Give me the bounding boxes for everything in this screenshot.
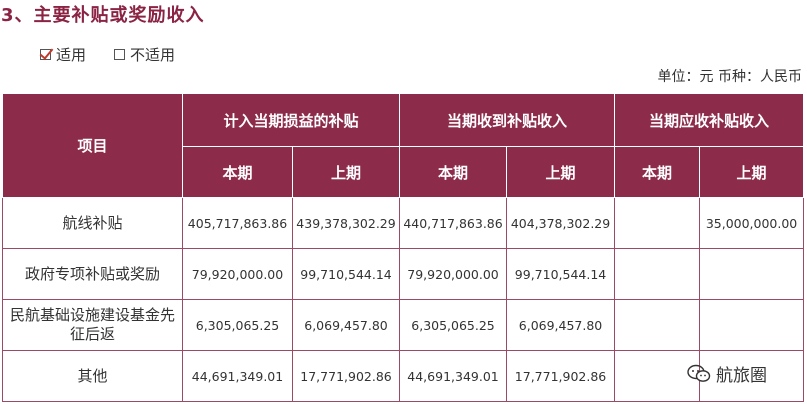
header-previous-period: 上期 bbox=[699, 146, 805, 198]
unit-currency-note: 单位：元 币种：人民币 bbox=[657, 69, 802, 85]
cell-value: 17,771,902.86 bbox=[506, 350, 616, 402]
cell-value: 404,378,302.29 bbox=[506, 197, 616, 249]
checkbox-checked-icon[interactable] bbox=[40, 49, 51, 60]
cell-value: 79,920,000.00 bbox=[399, 248, 508, 300]
cell-value bbox=[614, 299, 701, 351]
cell-value bbox=[699, 299, 805, 351]
table-row: 政府专项补贴或奖励 79,920,000.00 99,710,544.14 79… bbox=[2, 248, 805, 300]
header-group-received-subsidy: 当期收到补贴收入 bbox=[399, 93, 616, 147]
row-item-label: 其他 bbox=[2, 350, 183, 402]
cell-value: 6,305,065.25 bbox=[182, 299, 293, 351]
option-applicable-label: 适用 bbox=[56, 46, 87, 64]
option-not-applicable[interactable]: 不适用 bbox=[114, 44, 175, 65]
header-current-period: 本期 bbox=[614, 146, 701, 198]
applicability-options: 适用 不适用 bbox=[40, 44, 203, 65]
cell-value bbox=[614, 197, 701, 249]
cell-value: 6,069,457.80 bbox=[506, 299, 616, 351]
cell-value: 439,378,302.29 bbox=[291, 197, 401, 249]
header-previous-period: 上期 bbox=[291, 146, 401, 198]
header-group-receivable-subsidy: 当期应收补贴收入 bbox=[614, 93, 805, 147]
cell-value: 6,069,457.80 bbox=[291, 299, 401, 351]
row-item-label: 民航基础设施建设基金先征后返 bbox=[2, 299, 183, 351]
header-item: 项目 bbox=[2, 93, 183, 198]
cell-value: 44,691,349.01 bbox=[399, 350, 508, 402]
section-title: 3、主要补贴或奖励收入 bbox=[1, 5, 205, 26]
header-current-period: 本期 bbox=[399, 146, 508, 198]
cell-value: 99,710,544.14 bbox=[291, 248, 401, 300]
table-row: 民航基础设施建设基金先征后返 6,305,065.25 6,069,457.80… bbox=[2, 299, 805, 351]
table-row: 航线补贴 405,717,863.86 439,378,302.29 440,7… bbox=[2, 197, 805, 249]
cell-value: 79,920,000.00 bbox=[182, 248, 293, 300]
cell-value: 6,305,065.25 bbox=[399, 299, 508, 351]
row-item-label: 政府专项补贴或奖励 bbox=[2, 248, 183, 300]
cell-value: 44,691,349.01 bbox=[182, 350, 293, 402]
option-applicable[interactable]: 适用 bbox=[40, 44, 86, 65]
cell-value: 17,771,902.86 bbox=[291, 350, 401, 402]
header-previous-period: 上期 bbox=[506, 146, 616, 198]
header-row-groups: 项目 计入当期损益的补贴 当期收到补贴收入 当期应收补贴收入 bbox=[2, 93, 805, 198]
header-current-period: 本期 bbox=[182, 146, 293, 198]
watermark: 航旅圈 bbox=[687, 361, 767, 386]
cell-value: 35,000,000.00 bbox=[699, 197, 805, 249]
wechat-icon bbox=[687, 364, 711, 384]
header-group-income-subsidy: 计入当期损益的补贴 bbox=[181, 93, 401, 147]
cell-value: 405,717,863.86 bbox=[182, 197, 293, 249]
watermark-text: 航旅圈 bbox=[716, 366, 767, 386]
option-not-applicable-label: 不适用 bbox=[130, 46, 176, 64]
cell-value: 440,717,863.86 bbox=[399, 197, 508, 249]
checkbox-empty-icon[interactable] bbox=[114, 49, 126, 60]
table-row: 其他 44,691,349.01 17,771,902.86 44,691,34… bbox=[2, 350, 805, 402]
subsidy-table: 项目 计入当期损益的补贴 当期收到补贴收入 当期应收补贴收入 本期 上期 本期 … bbox=[2, 93, 805, 402]
cell-value bbox=[614, 248, 701, 300]
cell-value: 99,710,544.14 bbox=[506, 248, 616, 300]
row-item-label: 航线补贴 bbox=[2, 197, 183, 249]
cell-value bbox=[699, 248, 805, 300]
